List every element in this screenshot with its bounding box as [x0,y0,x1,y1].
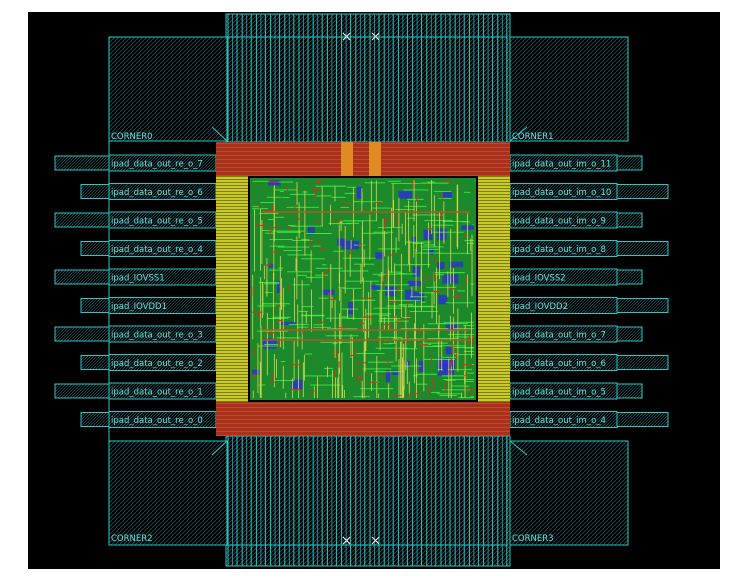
corner-label-top-left: CORNER0 [111,132,153,142]
left-pad-cell[interactable]: ipad_data_out_re_o_0 [80,411,217,428]
right-pad-cell[interactable]: ipad_IOVDD2 [509,297,669,314]
pad-strip-area [225,435,511,567]
corner-cell-top-right [509,36,629,142]
right-pad-cell[interactable]: ipad_data_out_im_o_10 [509,183,669,200]
pad-label: ipad_data_out_im_o_10 [512,188,611,198]
right-pad-cell[interactable]: ipad_data_out_im_o_8 [509,240,669,257]
pad-label: ipad_IOVSS2 [512,274,566,284]
bond-pad [54,155,116,171]
right-pad-cell[interactable]: ipad_data_out_im_o_11 [509,154,643,172]
pad-label: ipad_data_out_re_o_3 [111,331,203,341]
bond-pad [54,212,116,228]
routing-blue-patch [391,370,403,376]
left-pad-cell[interactable]: ipad_data_out_re_o_3 [54,325,217,343]
left-pad-cell[interactable]: ipad_IOVSS1 [54,268,217,286]
top-pin-strip-1 [341,142,353,176]
right-pad-cell[interactable]: ipad_data_out_im_o_6 [509,354,669,371]
layout-canvas[interactable]: CORNER0 CORNER1 CORNER2 CORNER3 ipad_dat… [0,0,740,587]
routing-blue-patch [449,261,464,268]
routing-blue-patch [356,186,363,199]
bond-pad [54,269,116,285]
bond-pad [54,326,116,342]
routing-blue-patch [407,280,422,287]
pad-label: ipad_data_out_re_o_0 [111,416,203,426]
pad-label: ipad_IOVDD1 [111,302,167,312]
pad-label: ipad_data_out_im_o_4 [512,416,606,426]
right-pad-cell[interactable]: ipad_data_out_im_o_7 [509,325,643,343]
left-pad-cell[interactable]: ipad_data_out_re_o_7 [54,154,217,172]
pad-label: ipad_data_out_re_o_6 [111,188,203,198]
pad-label: ipad_data_out_im_o_8 [512,245,606,255]
pad-label: ipad_IOVSS1 [111,274,165,284]
left-pad-cell[interactable]: ipad_IOVDD1 [80,297,217,314]
routing-blue-patch [267,180,281,186]
left-pad-cell[interactable]: ipad_data_out_re_o_1 [54,382,217,400]
right-pad-cell[interactable]: ipad_IOVSS2 [509,268,643,286]
power-ring-bottom [216,402,510,436]
pad-label: ipad_data_out_im_o_11 [512,160,611,170]
right-pad-cell[interactable]: ipad_data_out_im_o_4 [509,411,669,428]
corner-cell-top-left [108,36,228,142]
pad-label: ipad_data_out_re_o_4 [111,245,203,255]
power-ring-top [216,142,510,176]
routing-blue-patch [291,379,304,390]
bond-pad [54,383,116,399]
top-pin-strip-2 [369,142,381,176]
right-pad-cell[interactable]: ipad_data_out_im_o_5 [509,382,643,400]
routing-blue-patch [252,369,261,375]
pad-label: ipad_data_out_re_o_2 [111,359,203,369]
power-rail-right [478,176,510,402]
pad-label: ipad_data_out_im_o_7 [512,331,606,341]
pad-label: ipad_IOVDD2 [512,302,568,312]
corner-label-bottom-left: CORNER2 [111,534,153,544]
left-pad-cell[interactable]: ipad_data_out_re_o_4 [80,240,217,257]
pad-label: ipad_data_out_re_o_5 [111,217,203,227]
pad-label: ipad_data_out_re_o_7 [111,160,203,170]
corner-label-top-right: CORNER1 [512,132,554,142]
pad-label: ipad_data_out_im_o_6 [512,359,606,369]
routing-blue-patch [398,191,413,199]
power-rail-left [216,176,248,402]
left-pad-cell[interactable]: ipad_data_out_re_o_6 [80,183,217,200]
top-bond-wires [225,13,511,143]
routing-blue-patch [375,252,384,260]
routing-blue-patch [442,191,453,198]
corner-cell-bottom-right [509,440,629,546]
pad-label: ipad_data_out_im_o_5 [512,388,606,398]
routing-blue-patch [437,228,447,241]
bottom-bond-wires [225,435,511,567]
right-pad-cell[interactable]: ipad_data_out_im_o_9 [509,211,643,229]
corner-cell-bottom-left [108,440,228,546]
routing-blue-patch [437,262,445,270]
pad-label: ipad_data_out_im_o_9 [512,217,606,227]
pad-strip-area [225,13,511,143]
corner-label-bottom-right: CORNER3 [512,534,554,544]
pad-label: ipad_data_out_re_o_1 [111,388,203,398]
core-area[interactable] [216,142,510,436]
routing-blue-patch [445,346,452,355]
left-pad-cell[interactable]: ipad_data_out_re_o_2 [80,354,217,371]
left-pad-cell[interactable]: ipad_data_out_re_o_5 [54,211,217,229]
